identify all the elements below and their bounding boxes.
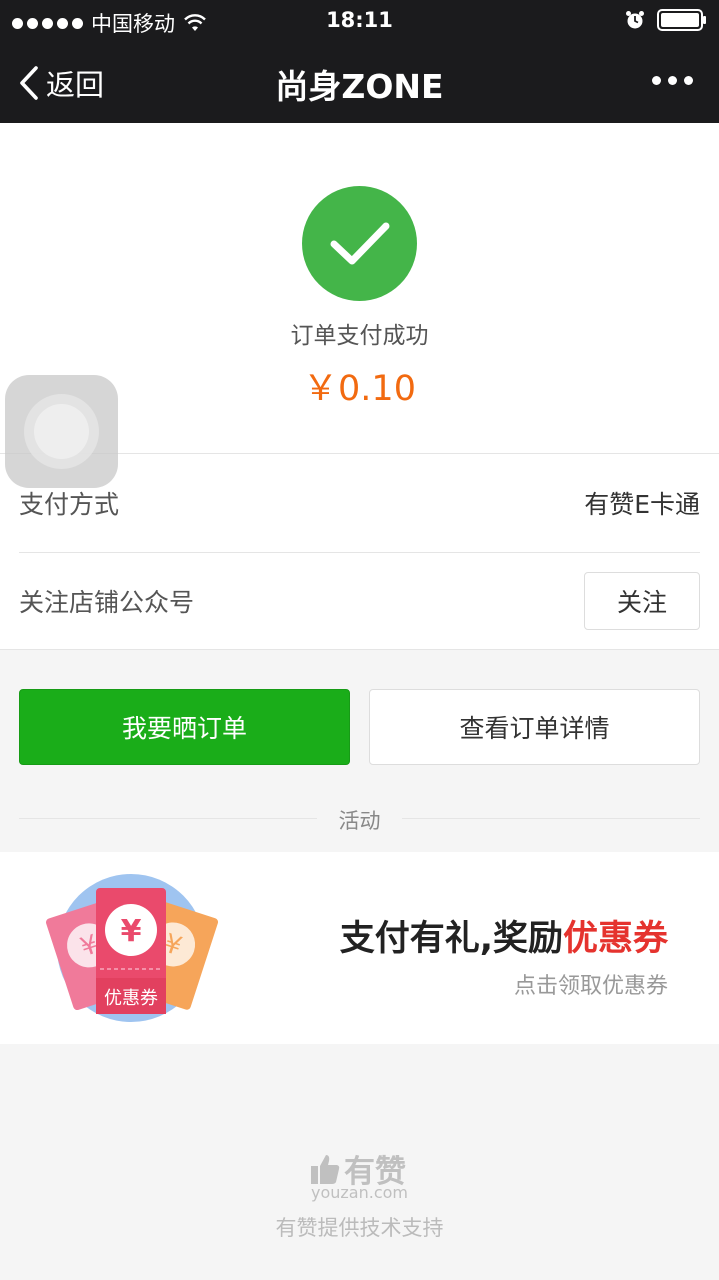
promo-title: 支付有礼,奖励优惠券: [340, 910, 668, 961]
follow-account-row: 关注店铺公众号 关注: [19, 552, 700, 650]
more-options-icon[interactable]: [652, 76, 693, 85]
alarm-icon: [626, 11, 644, 29]
tech-support-text: 有赞提供技术支持: [275, 1216, 444, 1240]
share-order-button[interactable]: 我要晒订单: [19, 689, 350, 765]
promo-title-highlight: 优惠券: [562, 919, 668, 959]
promo-subtitle: 点击领取优惠券: [513, 974, 668, 999]
promo-title-prefix: 支付有礼,奖励: [339, 919, 563, 959]
svg-text:¥: ¥: [121, 914, 142, 949]
coupon-illustration-icon: ¥ ¥ ¥ 优惠券: [46, 874, 219, 1022]
thumbs-up-icon: [311, 1154, 340, 1184]
payment-status-text: 订单支付成功: [290, 323, 429, 349]
activity-section-label: 活动: [338, 809, 381, 833]
payment-method-label: 支付方式: [19, 490, 120, 519]
nav-bar: 返回 尚身ZONE: [0, 40, 719, 123]
success-check-icon: [302, 186, 417, 301]
svg-text:优惠券: 优惠券: [104, 988, 158, 1009]
status-bar: 中国移动 18:11: [0, 0, 719, 40]
payment-method-row: 支付方式 有赞E卡通: [19, 454, 700, 553]
follow-account-label: 关注店铺公众号: [19, 588, 195, 617]
payment-method-value: 有赞E卡通: [584, 490, 700, 519]
clock: 18:11: [326, 8, 393, 32]
view-order-details-button[interactable]: 查看订单详情: [369, 689, 700, 765]
assistive-touch-button[interactable]: [5, 375, 118, 488]
brand-domain: youzan.com: [311, 1183, 408, 1202]
battery-icon: [657, 9, 706, 31]
coupon-promo-banner[interactable]: ¥ ¥ ¥ 优惠券 支付有礼,奖励优惠券 点击领取优惠券: [0, 852, 719, 1044]
page-title: 尚身ZONE: [275, 67, 444, 106]
follow-button[interactable]: 关注: [584, 572, 700, 630]
